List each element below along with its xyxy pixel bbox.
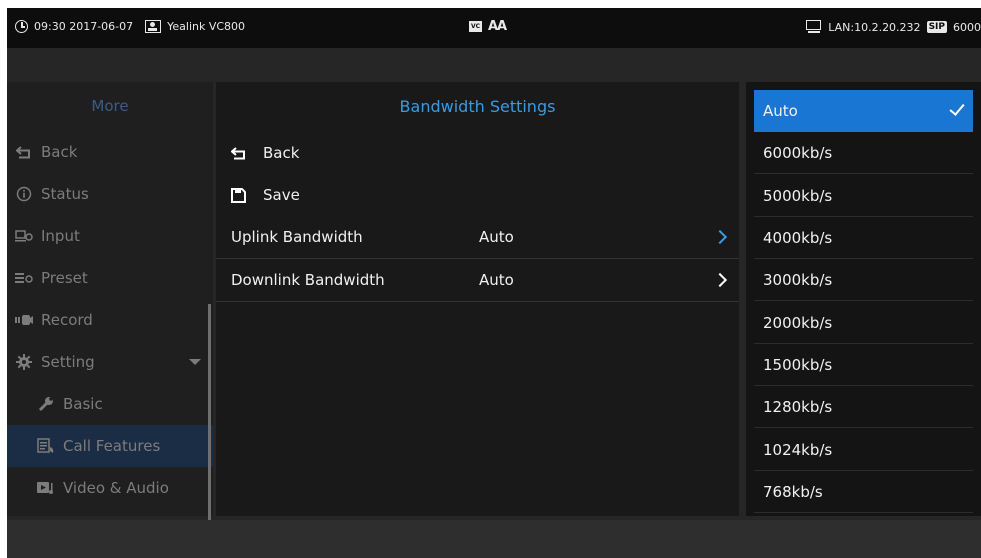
option-label: 1500kb/s [763,355,833,374]
sidebar-item-label: Video & Audio [63,479,169,497]
save-button[interactable]: Save [216,174,739,216]
option-label: 1024kb/s [763,440,833,459]
preset-icon [15,270,33,286]
sidebar-scrollbar[interactable] [208,304,211,548]
save-label: Save [263,186,300,204]
uplink-bandwidth-label: Uplink Bandwidth [231,228,363,246]
option-768[interactable]: 768kb/s [754,471,973,513]
sidebar-item-label: Back [41,143,78,161]
save-icon [231,187,249,203]
sidebar-item-setting[interactable]: Setting [7,341,213,383]
uplink-bandwidth-value: Auto [479,228,514,246]
option-1280[interactable]: 1280kb/s [754,386,973,428]
sidebar-item-label: Status [41,185,89,203]
sidebar-item-video-audio[interactable]: Video & Audio [7,467,213,509]
sidebar-item-call-features[interactable]: Call Features [7,425,213,467]
clock-icon [15,20,28,33]
option-label: 3000kb/s [763,270,833,289]
option-auto[interactable]: Auto [754,90,973,132]
back-button[interactable]: Back [216,132,739,174]
sidebar-item-label: Basic [63,395,103,413]
sidebar-item-basic[interactable]: Basic [7,383,213,425]
option-3000[interactable]: 3000kb/s [754,259,973,301]
monitor-icon [806,20,822,34]
sip-account: 6000 [953,20,981,34]
call-features-icon [37,438,55,454]
chevron-right-icon [712,229,728,245]
downlink-bandwidth-value: Auto [479,271,514,289]
vc-icon: VC [469,21,482,32]
downlink-bandwidth-row[interactable]: Downlink Bandwidth Auto [216,259,739,302]
back-icon [231,146,249,160]
status-right: LAN:10.2.20.232 SIP 6000 [806,20,981,34]
option-label: 5000kb/s [763,186,833,205]
font-size-icon: AA [488,19,507,34]
sidebar-item-record[interactable]: Record [7,299,213,341]
option-label: 4000kb/s [763,228,833,247]
option-1500[interactable]: 1500kb/s [754,344,973,386]
option-6000[interactable]: 6000kb/s [754,132,973,174]
option-label: Auto [763,102,798,120]
sidebar-item-label: Input [41,227,80,245]
person-icon [145,20,162,33]
screen-frame: 09:30 2017-06-07 Yealink VC800 VC AA LAN… [7,8,981,558]
chevron-right-icon [712,272,728,288]
option-label: 2000kb/s [763,313,833,332]
sidebar-item-label: Call Features [63,437,161,455]
video-audio-icon [37,480,55,496]
status-middle: VC AA [469,19,507,34]
sidebar-item-status[interactable]: Status [7,173,213,215]
status-left: 09:30 2017-06-07 Yealink VC800 [15,20,245,33]
sidebar-item-label: Record [41,311,93,329]
record-icon [15,312,33,328]
downlink-bandwidth-label: Downlink Bandwidth [231,271,385,289]
bandwidth-option-list: Auto 6000kb/s 5000kb/s 4000kb/s 3000kb/s… [746,82,981,516]
sidebar: More Back Status Input Preset Record Set… [7,82,213,548]
check-icon [949,100,965,116]
gear-icon [15,354,33,370]
device-name: Yealink VC800 [167,20,246,33]
option-2000[interactable]: 2000kb/s [754,302,973,344]
info-icon [15,186,33,202]
page-title: Bandwidth Settings [399,97,556,116]
back-label: Back [263,144,300,162]
sidebar-title: More [91,97,129,115]
chevron-down-icon [189,359,201,365]
input-icon [15,228,33,244]
sidebar-item-preset[interactable]: Preset [7,257,213,299]
lan-address: LAN:10.2.20.232 [828,20,921,34]
back-icon [15,144,33,160]
option-label: 6000kb/s [763,143,833,162]
sidebar-item-label: Setting [41,353,95,371]
softkey-bar [7,520,981,558]
time-date: 09:30 2017-06-07 [34,20,134,33]
sidebar-item-back[interactable]: Back [7,131,213,173]
status-bar: 09:30 2017-06-07 Yealink VC800 VC AA LAN… [7,8,981,48]
wrench-icon [37,396,55,412]
option-label: 768kb/s [763,482,823,501]
bandwidth-settings-panel: Bandwidth Settings Back Save Uplink Band… [216,82,739,516]
sidebar-item-label: Preset [41,269,88,287]
sidebar-item-input[interactable]: Input [7,215,213,257]
option-label: 1280kb/s [763,397,833,416]
option-5000[interactable]: 5000kb/s [754,175,973,217]
uplink-bandwidth-row[interactable]: Uplink Bandwidth Auto [216,216,739,259]
option-4000[interactable]: 4000kb/s [754,217,973,259]
sip-badge: SIP [926,21,947,33]
option-1024[interactable]: 1024kb/s [754,429,973,471]
